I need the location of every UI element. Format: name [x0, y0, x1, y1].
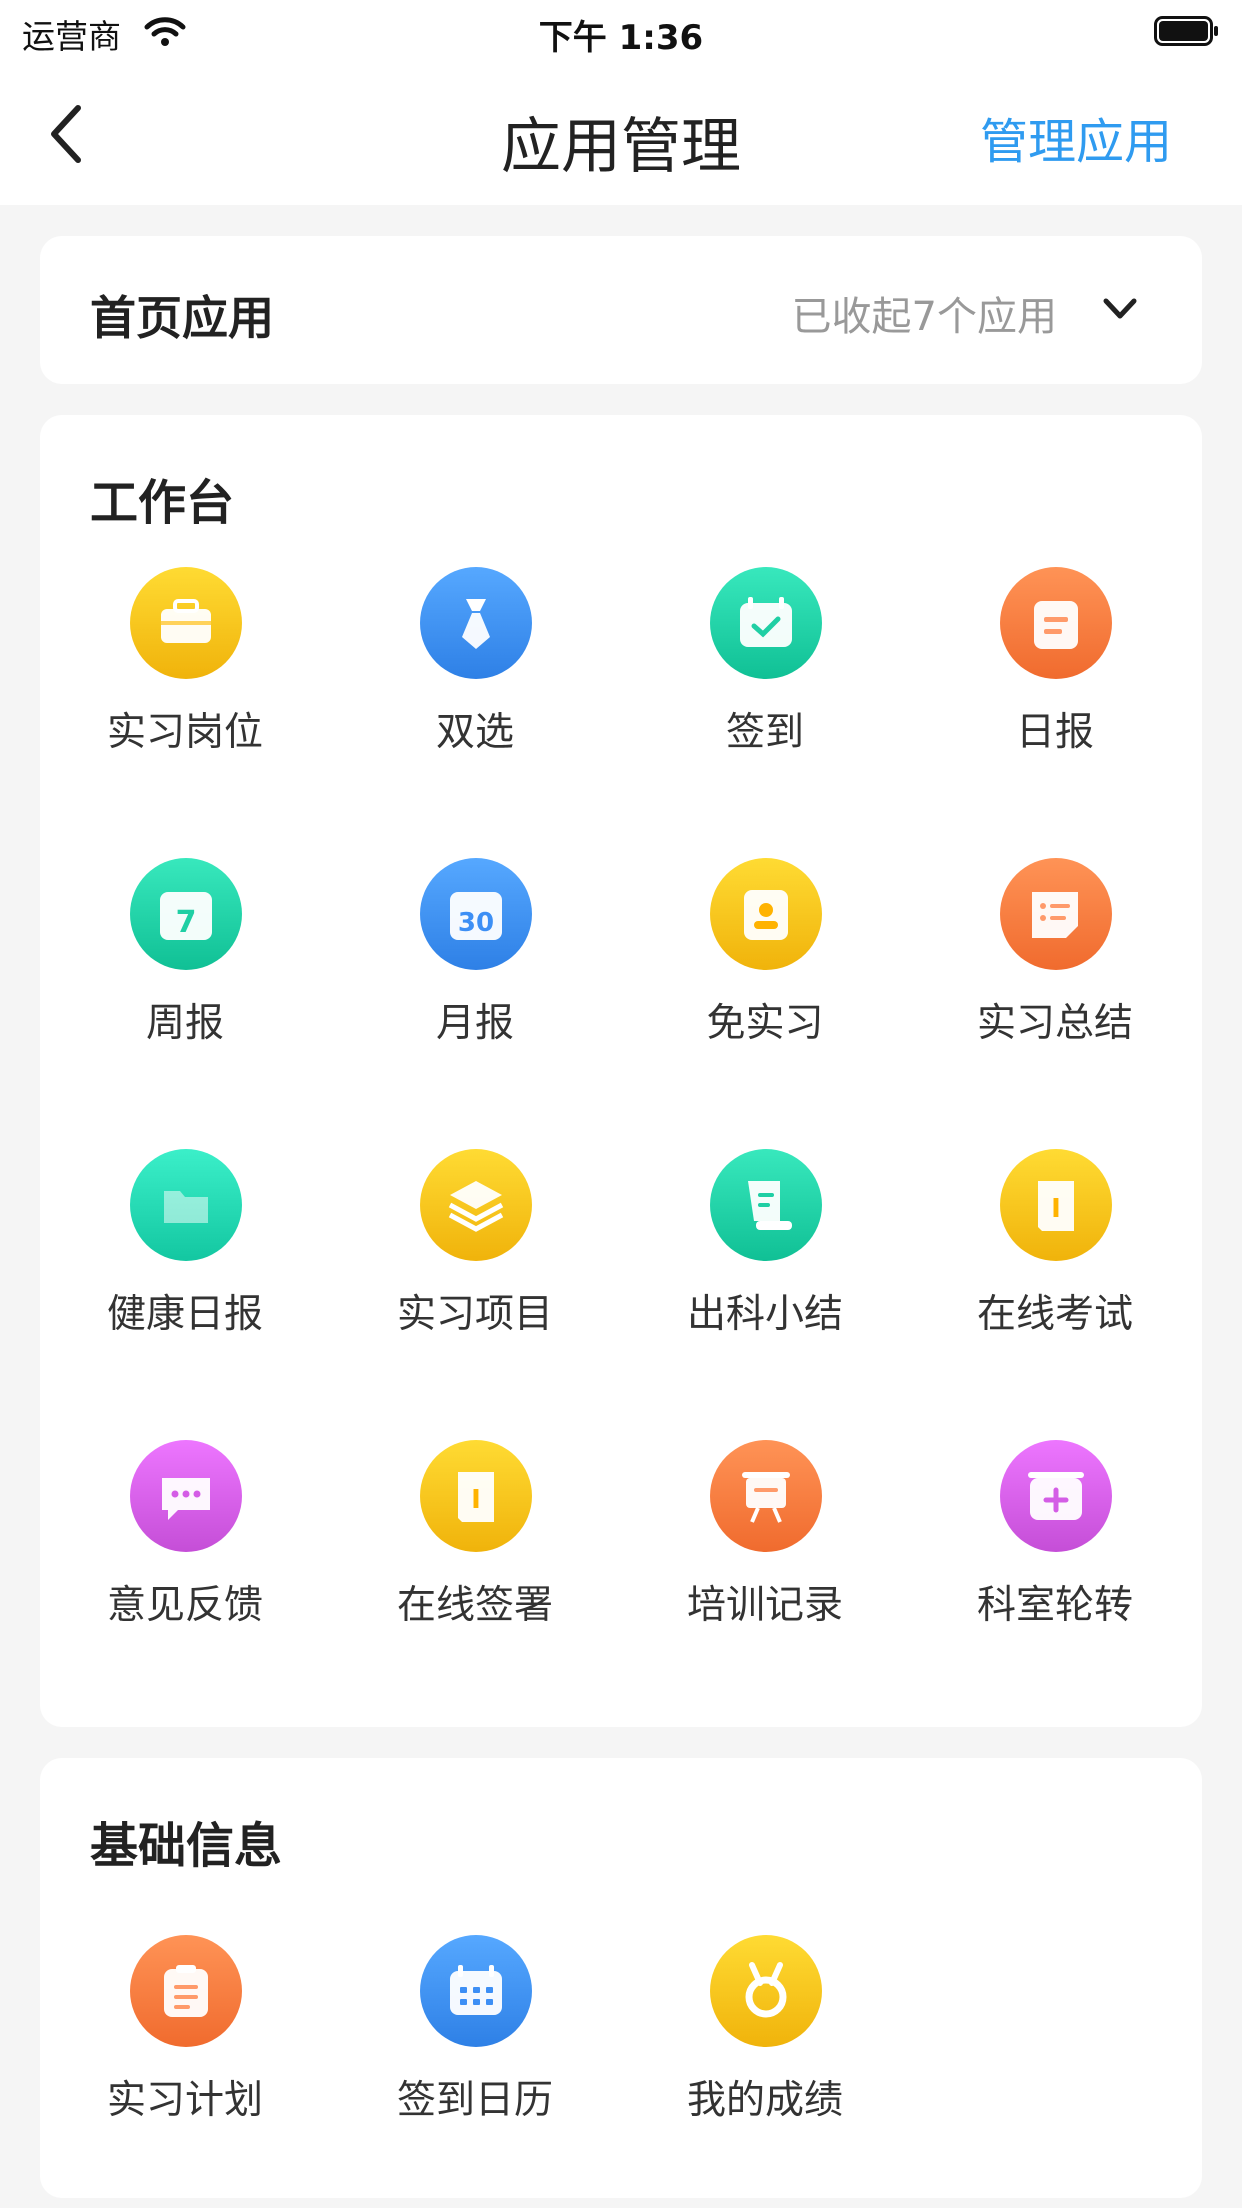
collapsed-count-text: 已收起7个应用: [791, 294, 1057, 340]
app-item-label: 实习计划: [106, 2078, 263, 2123]
manage-apps-button[interactable]: 管理应用: [980, 102, 1172, 172]
chat-bubble-icon: [128, 1438, 244, 1554]
briefcase-icon: [128, 565, 244, 681]
folder-icon: [128, 1147, 244, 1263]
app-item-label: 实习总结: [976, 1001, 1133, 1046]
app-item-label: 意见反馈: [106, 1583, 263, 1628]
app-item[interactable]: 免实习: [620, 856, 910, 1056]
app-item-label: 出科小结: [686, 1292, 843, 1337]
app-item-label: 签到日历: [396, 2078, 553, 2123]
app-item-label: 实习项目: [396, 1292, 553, 1337]
app-item[interactable]: 出科小结: [620, 1147, 910, 1347]
app-item[interactable]: 实习项目: [330, 1147, 620, 1347]
app-item[interactable]: 实习计划: [40, 1933, 330, 2133]
app-item-label: 培训记录: [686, 1583, 843, 1628]
workbench-card: 工作台 实习岗位 双选 签到 日报 7 周报 30 月报 免实习 实习总结健康日报 实习项目 出科小结…: [40, 415, 1202, 1727]
app-item[interactable]: 我的成绩: [620, 1933, 910, 2133]
scroll-icon: [708, 1147, 824, 1263]
app-item[interactable]: 实习总结: [910, 856, 1200, 1056]
app-item[interactable]: 日报: [910, 565, 1200, 765]
app-item-label: 我的成绩: [686, 2078, 843, 2123]
app-item[interactable]: 科室轮转: [910, 1438, 1200, 1638]
summary-note-icon: [998, 856, 1114, 972]
nav-bar: 应用管理 管理应用: [0, 62, 1242, 205]
app-item[interactable]: 签到日历: [330, 1933, 620, 2133]
app-item[interactable]: 实习岗位: [40, 565, 330, 765]
app-item[interactable]: 签到: [620, 565, 910, 765]
layers-icon: [418, 1147, 534, 1263]
battery-icon: [1154, 16, 1218, 46]
app-item[interactable]: 意见反馈: [40, 1438, 330, 1638]
app-item-label: 免实习: [706, 1001, 824, 1046]
medal-icon: [708, 1933, 824, 2049]
status-bar: 运营商 下午 1:36: [0, 0, 1242, 62]
basic-info-title: 基础信息: [90, 1818, 283, 1874]
daily-report-icon: [998, 565, 1114, 681]
svg-text:30: 30: [458, 908, 494, 938]
app-item-label: 日报: [1015, 710, 1094, 755]
home-apps-card[interactable]: 首页应用 已收起7个应用: [40, 236, 1202, 384]
sign-book-icon: I: [418, 1438, 534, 1554]
weekly-calendar-icon: 7: [128, 856, 244, 972]
app-item-label: 在线签署: [396, 1583, 553, 1628]
home-apps-title: 首页应用: [90, 291, 274, 345]
app-item[interactable]: 双选: [330, 565, 620, 765]
calendar-check-icon: [708, 565, 824, 681]
app-item-label: 在线考试: [976, 1292, 1133, 1337]
calendar-grid-icon: [418, 1933, 534, 2049]
app-item-label: 实习岗位: [106, 710, 263, 755]
monthly-calendar-icon: 30: [418, 856, 534, 972]
app-item-label: 健康日报: [106, 1292, 263, 1337]
app-item[interactable]: 培训记录: [620, 1438, 910, 1638]
app-item-label: 签到: [725, 710, 804, 755]
app-item[interactable]: 健康日报: [40, 1147, 330, 1347]
app-item[interactable]: 7 周报: [40, 856, 330, 1056]
svg-text:I: I: [471, 1485, 481, 1515]
svg-text:I: I: [1051, 1194, 1061, 1224]
svg-text:7: 7: [176, 905, 197, 940]
workbench-title: 工作台: [90, 475, 235, 531]
app-item[interactable]: 30 月报: [330, 856, 620, 1056]
basic-info-card: 基础信息 实习计划 签到日历 我的成绩: [40, 1758, 1202, 2198]
plan-clipboard-icon: [128, 1933, 244, 2049]
app-item[interactable]: I 在线签署: [330, 1438, 620, 1638]
app-item-label: 月报: [435, 1001, 514, 1046]
medical-calendar-icon: [998, 1438, 1114, 1554]
app-item-label: 周报: [145, 1001, 224, 1046]
app-item-label: 双选: [435, 710, 514, 755]
exemption-badge-icon: [708, 856, 824, 972]
tie-icon: [418, 565, 534, 681]
app-item-label: 科室轮转: [976, 1583, 1133, 1628]
status-time: 下午 1:36: [538, 18, 704, 58]
presentation-board-icon: [708, 1438, 824, 1554]
exam-book-icon: I: [998, 1147, 1114, 1263]
app-item[interactable]: I 在线考试: [910, 1147, 1200, 1347]
chevron-down-icon[interactable]: [1100, 294, 1140, 324]
